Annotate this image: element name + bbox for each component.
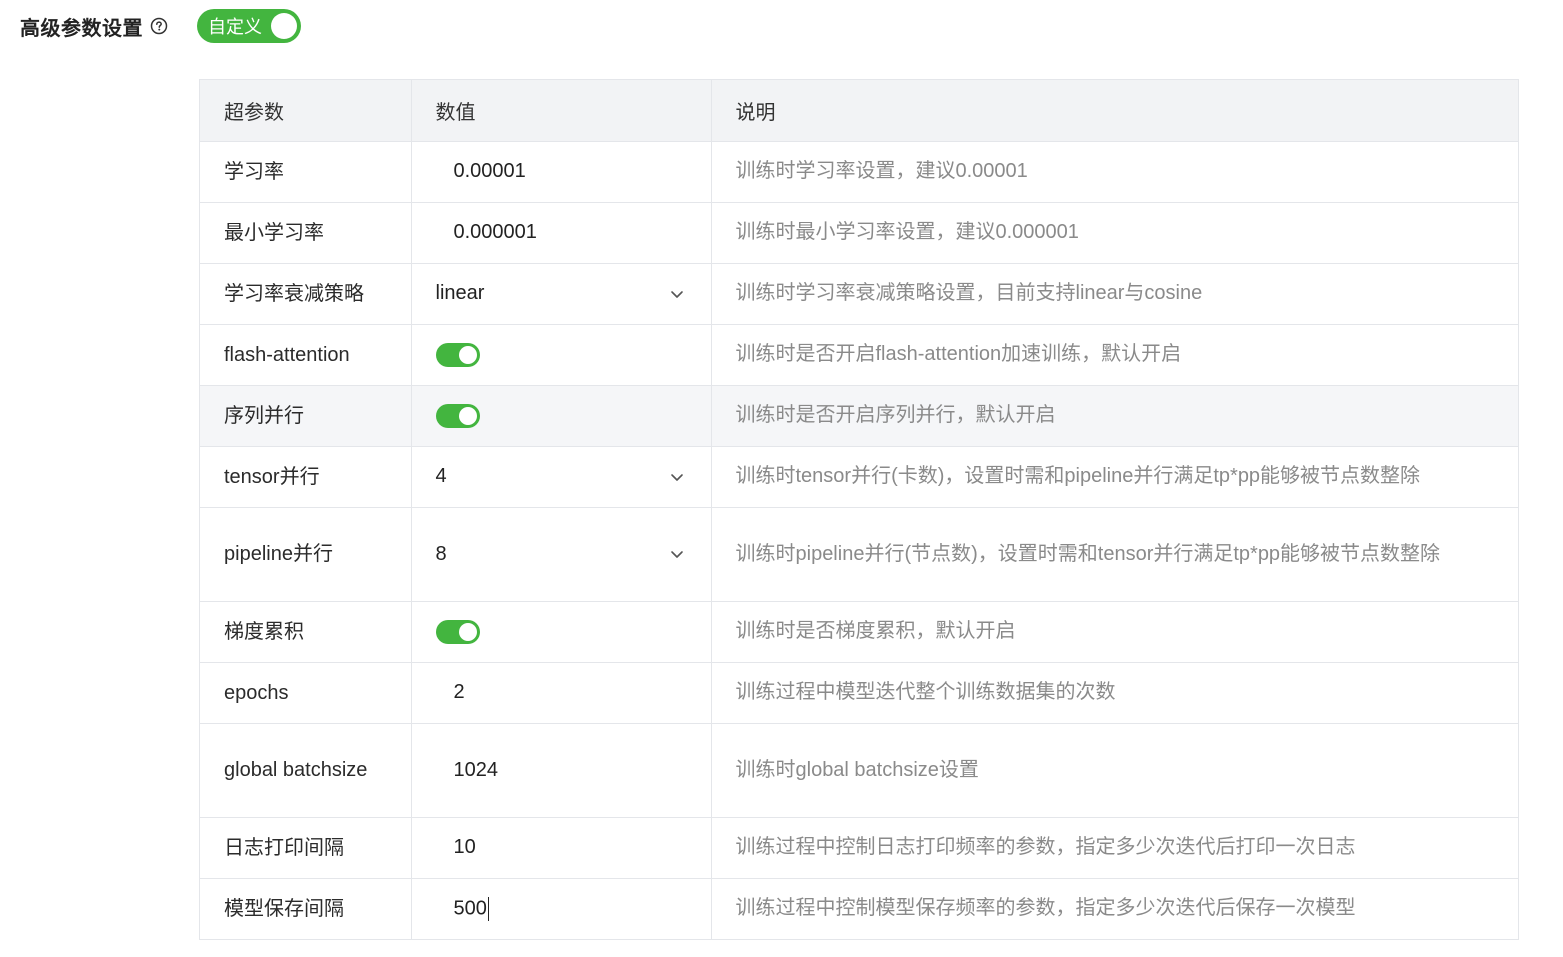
table-row: 学习率 0.00001 训练时学习率设置，建议0.00001 — [200, 141, 1518, 203]
param-name: 学习率 — [200, 141, 412, 203]
table-row: 序列并行 训练时是否开启序列并行，默认开启 — [200, 385, 1518, 447]
param-description: 训练时是否开启flash-attention加速训练，默认开启 — [711, 324, 1518, 386]
table-row: flash-attention 训练时是否开启flash-attention加速… — [200, 324, 1518, 386]
custom-toggle-label: 自定义 — [208, 17, 262, 37]
param-name: global batchsize — [200, 723, 412, 818]
log-interval-input[interactable]: 10 — [436, 836, 687, 859]
table-row: global batchsize 1024 训练时global batchsiz… — [200, 723, 1518, 818]
input-value: 500 — [453, 897, 487, 920]
column-header-description: 说明 — [711, 80, 1518, 142]
switch-knob — [458, 406, 477, 425]
table-row: tensor并行 4 训练时tensor并行(卡数)，设置时需和pipeline… — [200, 446, 1518, 508]
param-name: flash-attention — [200, 324, 412, 386]
param-description: 训练时global batchsize设置 — [711, 723, 1518, 818]
param-description: 训练时tensor并行(卡数)，设置时需和pipeline并行满足tp*pp能够… — [711, 446, 1518, 508]
param-description: 训练时pipeline并行(节点数)，设置时需和tensor并行满足tp*pp能… — [711, 507, 1518, 602]
param-name: 序列并行 — [200, 385, 412, 447]
param-description: 训练过程中控制日志打印频率的参数，指定多少次迭代后打印一次日志 — [711, 817, 1518, 879]
switch-knob — [458, 345, 477, 364]
param-description: 训练时最小学习率设置，建议0.000001 — [711, 202, 1518, 264]
gradient-accumulation-switch[interactable] — [435, 619, 480, 644]
param-name: pipeline并行 — [200, 507, 412, 602]
epochs-input[interactable]: 2 — [436, 681, 687, 704]
chevron-down-icon — [670, 551, 683, 558]
param-description: 训练过程中模型迭代整个训练数据集的次数 — [711, 662, 1518, 724]
table-row: pipeline并行 8 训练时pipeline并行(节点数)，设置时需和ten… — [200, 507, 1518, 602]
param-description: 训练时学习率设置，建议0.00001 — [711, 141, 1518, 203]
question-circle-icon[interactable] — [150, 17, 168, 35]
tensor-parallel-select[interactable]: 4 — [436, 465, 687, 488]
param-name: epochs — [200, 662, 412, 724]
table-row: 日志打印间隔 10 训练过程中控制日志打印频率的参数，指定多少次迭代后打印一次日… — [200, 817, 1518, 879]
param-description: 训练时是否开启序列并行，默认开启 — [711, 385, 1518, 447]
param-name: 梯度累积 — [200, 601, 412, 663]
select-value: 8 — [435, 542, 447, 565]
table-header-row: 超参数 数值 说明 — [200, 80, 1518, 142]
flash-attention-switch[interactable] — [435, 342, 480, 367]
param-name: 最小学习率 — [200, 202, 412, 264]
switch-knob — [458, 622, 477, 641]
table-row: 梯度累积 训练时是否梯度累积，默认开启 — [200, 601, 1518, 663]
save-interval-input[interactable]: 500 — [436, 896, 687, 921]
hyperparameter-table: 超参数 数值 说明 学习率 0.00001 训练时学习率设置，建议0.00001… — [199, 79, 1519, 940]
param-description: 训练过程中控制模型保存频率的参数，指定多少次迭代后保存一次模型 — [735, 897, 1356, 920]
section-title: 高级参数设置 — [20, 17, 143, 40]
sequence-parallel-switch[interactable] — [435, 403, 480, 428]
section-header: 高级参数设置 自定义 — [20, 8, 301, 44]
table-row: 学习率衰减策略 linear 训练时学习率衰减策略设置，目前支持linear与c… — [200, 263, 1518, 325]
param-name: 学习率衰减策略 — [200, 263, 412, 325]
param-name: 日志打印间隔 — [200, 817, 412, 879]
param-name: 模型保存间隔 — [200, 878, 412, 939]
chevron-down-icon — [670, 290, 683, 298]
toggle-knob — [271, 13, 297, 39]
table-row: 模型保存间隔 500 训练过程中控制模型保存频率的参数，指定多少次迭代后保存一次… — [200, 878, 1518, 939]
table-row: 最小学习率 0.000001 训练时最小学习率设置，建议0.000001 — [200, 202, 1518, 264]
chevron-down-icon — [670, 473, 683, 481]
param-name: tensor并行 — [200, 446, 412, 508]
lr-decay-select[interactable]: linear — [436, 282, 687, 305]
param-description: 训练时学习率衰减策略设置，目前支持linear与cosine — [711, 263, 1518, 325]
text-cursor — [487, 896, 489, 921]
select-value: 4 — [435, 465, 447, 487]
global-batchsize-input[interactable]: 1024 — [436, 759, 687, 782]
param-description: 训练时是否梯度累积，默认开启 — [711, 601, 1518, 663]
table-row: epochs 2 训练过程中模型迭代整个训练数据集的次数 — [200, 662, 1518, 724]
min-learning-rate-input[interactable]: 0.000001 — [436, 221, 687, 244]
column-header-value: 数值 — [411, 80, 712, 142]
learning-rate-input[interactable]: 0.00001 — [436, 160, 687, 183]
select-value: linear — [435, 282, 485, 304]
pipeline-parallel-select[interactable]: 8 — [436, 543, 687, 566]
custom-toggle[interactable]: 自定义 — [197, 9, 301, 43]
column-header-param: 超参数 — [200, 80, 412, 142]
